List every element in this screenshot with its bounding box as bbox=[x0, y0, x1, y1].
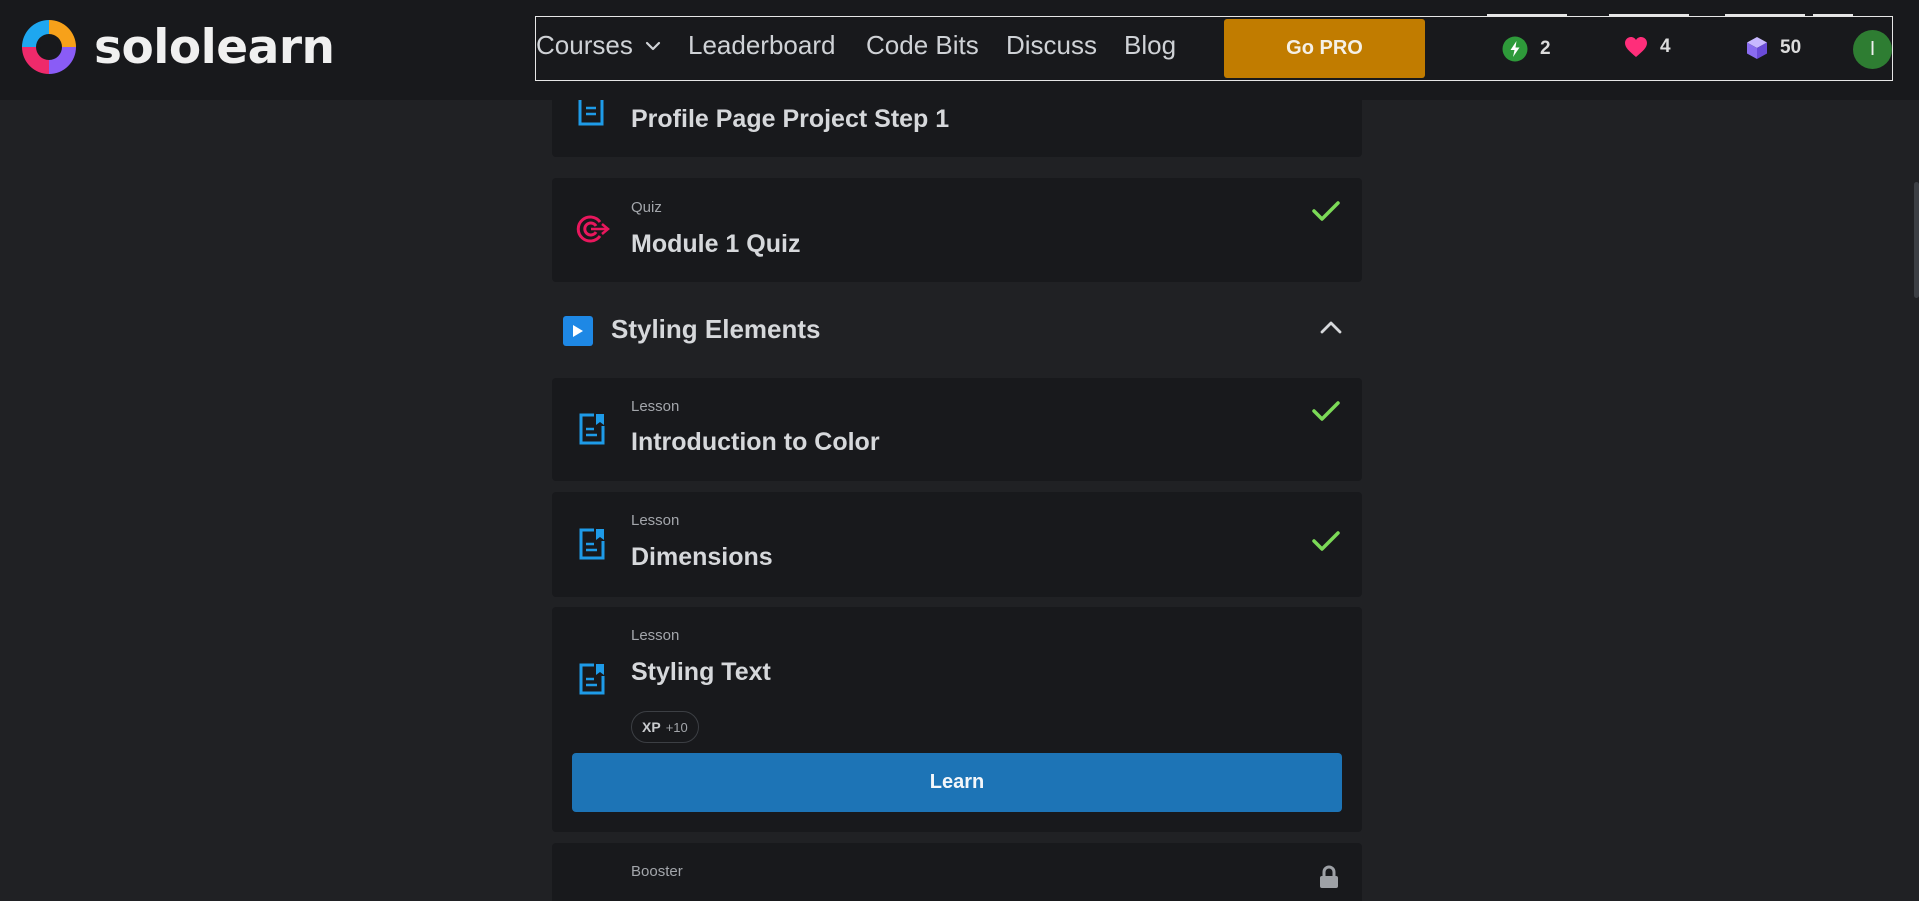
nav-blog[interactable]: Blog bbox=[1124, 30, 1176, 61]
sololearn-logo-icon bbox=[22, 20, 76, 74]
lock-icon bbox=[1320, 865, 1338, 888]
lesson-doc-icon bbox=[579, 413, 605, 445]
lesson-title: Module 1 Quiz bbox=[631, 230, 801, 258]
heart-icon bbox=[1625, 37, 1647, 57]
chevron-up-icon[interactable] bbox=[1320, 320, 1342, 334]
chevron-down-icon bbox=[645, 41, 660, 50]
hearts-counter[interactable]: 4 bbox=[1624, 36, 1671, 58]
list-item-dimensions[interactable]: Lesson Dimensions bbox=[552, 492, 1362, 597]
top-nav-bar: sololearn Courses Leaderboard Code Bits … bbox=[0, 0, 1919, 100]
list-item-booster[interactable]: Booster bbox=[552, 843, 1362, 901]
learn-button[interactable]: Learn bbox=[572, 753, 1342, 812]
lesson-title: Styling Text bbox=[631, 658, 771, 686]
section-title: Styling Elements bbox=[611, 314, 821, 344]
check-icon bbox=[1312, 401, 1340, 421]
section-header-styling-elements[interactable]: Styling Elements bbox=[552, 300, 1362, 360]
logo-text: sololearn bbox=[94, 19, 335, 75]
target-icon bbox=[576, 215, 610, 243]
lesson-type: Lesson bbox=[631, 627, 680, 644]
xp-badge: XP +10 bbox=[631, 711, 699, 743]
xp-label: XP bbox=[642, 719, 661, 735]
gem-icon bbox=[1747, 37, 1767, 59]
go-pro-button[interactable]: Go PRO bbox=[1224, 19, 1425, 78]
nav-courses-label: Courses bbox=[536, 30, 633, 60]
list-item-intro-color[interactable]: Lesson Introduction to Color bbox=[552, 378, 1362, 481]
lesson-doc-icon bbox=[579, 528, 605, 560]
play-icon bbox=[563, 316, 593, 346]
gems-counter[interactable]: 50 bbox=[1746, 36, 1801, 60]
lesson-doc-icon bbox=[579, 663, 605, 695]
bolt-icon bbox=[1502, 36, 1528, 62]
list-item-module-quiz[interactable]: Quiz Module 1 Quiz bbox=[552, 178, 1362, 282]
nav-leaderboard[interactable]: Leaderboard bbox=[688, 30, 835, 61]
streak-count: 2 bbox=[1540, 38, 1551, 59]
lesson-title: Dimensions bbox=[631, 543, 773, 571]
lesson-type: Quiz bbox=[631, 199, 662, 216]
gems-count: 50 bbox=[1780, 37, 1802, 58]
scrollbar-thumb[interactable] bbox=[1914, 182, 1919, 298]
project-doc-icon bbox=[578, 96, 604, 126]
check-icon bbox=[1312, 201, 1340, 221]
sololearn-logo[interactable]: sololearn bbox=[18, 16, 335, 78]
nav-code-bits[interactable]: Code Bits bbox=[866, 30, 979, 61]
lesson-title: Profile Page Project Step 1 bbox=[631, 105, 950, 133]
lesson-type: Booster bbox=[631, 863, 683, 880]
hearts-count: 4 bbox=[1660, 36, 1671, 57]
streak-counter[interactable]: 2 bbox=[1502, 36, 1551, 62]
lesson-type: Lesson bbox=[631, 398, 680, 415]
lesson-type: Lesson bbox=[631, 512, 680, 529]
avatar[interactable]: I bbox=[1853, 30, 1892, 69]
list-item-styling-text[interactable]: Lesson Styling Text XP +10 Learn bbox=[552, 607, 1362, 832]
xp-value: +10 bbox=[665, 719, 688, 735]
nav-courses[interactable]: Courses bbox=[536, 30, 661, 61]
check-icon bbox=[1312, 531, 1340, 551]
nav-discuss[interactable]: Discuss bbox=[1006, 30, 1097, 61]
lesson-title: Introduction to Color bbox=[631, 428, 880, 456]
